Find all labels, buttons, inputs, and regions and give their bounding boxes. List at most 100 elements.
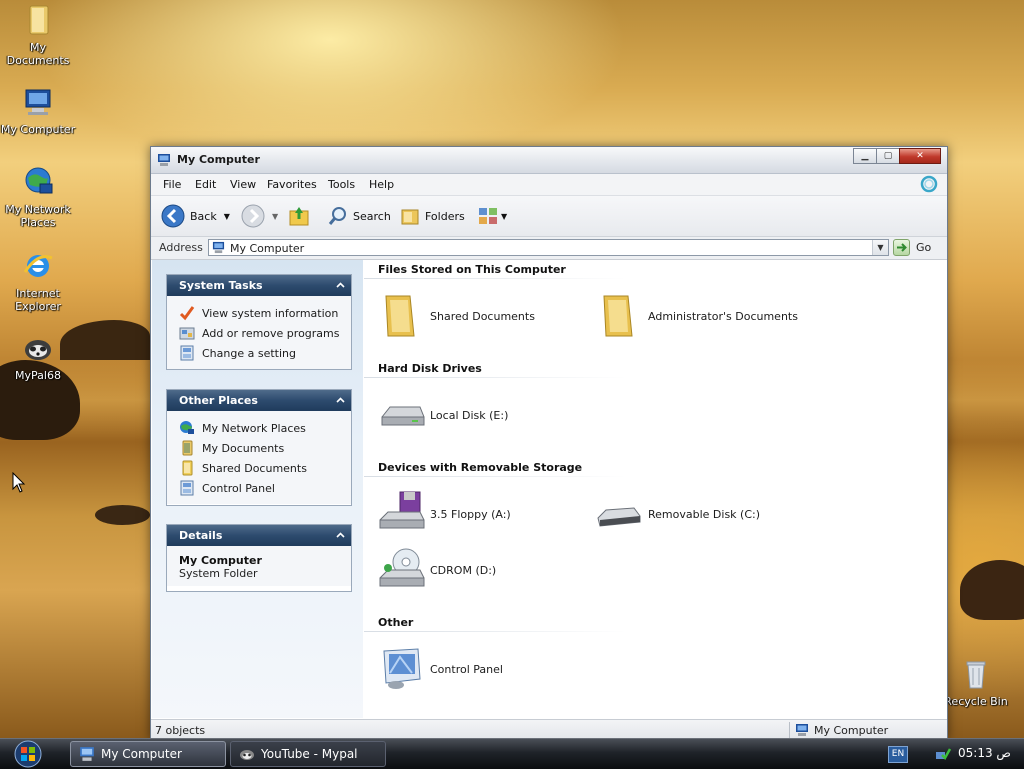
desktop-icon-recycle-bin[interactable]: Recycle Bin bbox=[938, 658, 1014, 708]
computer-icon bbox=[80, 747, 94, 761]
folders-icon bbox=[401, 209, 419, 225]
chevron-down-icon: ▼ bbox=[501, 211, 508, 221]
raccoon-icon bbox=[240, 750, 254, 760]
recycle-bin-icon bbox=[966, 661, 986, 689]
maximize-icon: ▢ bbox=[883, 151, 893, 161]
desktop-icon-my-computer[interactable]: My Computer bbox=[0, 86, 76, 136]
views-icon bbox=[479, 208, 497, 224]
network-tray-icon[interactable] bbox=[935, 746, 951, 762]
group-files-title: Files Stored on This Computer bbox=[378, 263, 566, 276]
desktop-icon-my-network-places[interactable]: My Network Places bbox=[0, 166, 76, 229]
chevron-down-icon[interactable]: ▼ bbox=[224, 212, 230, 221]
task-pane: System Tasks View system information Add… bbox=[152, 260, 363, 718]
minimize-button[interactable]: ▁ bbox=[853, 148, 877, 164]
address-input[interactable]: My Computer ▼ bbox=[208, 239, 889, 256]
place-my-documents[interactable]: My Documents bbox=[179, 438, 351, 458]
status-object-count: 7 objects bbox=[155, 724, 206, 737]
details-name: My Computer bbox=[179, 554, 262, 567]
views-button[interactable]: ▼ bbox=[477, 204, 507, 228]
folder-icon bbox=[182, 460, 193, 476]
group-hdd-title: Hard Disk Drives bbox=[378, 362, 482, 375]
back-button[interactable]: Back ▼ bbox=[161, 204, 230, 228]
menu-edit[interactable]: Edit bbox=[195, 178, 216, 191]
folder-icon bbox=[603, 295, 633, 337]
task-view-system-information[interactable]: View system information bbox=[179, 303, 351, 323]
menu-help[interactable]: Help bbox=[369, 178, 394, 191]
group-divider bbox=[364, 476, 626, 477]
details-panel: Details My Computer System Folder bbox=[166, 524, 352, 592]
programs-icon bbox=[179, 327, 195, 340]
menu-favorites[interactable]: Favorites bbox=[267, 178, 317, 191]
title-bar[interactable]: My Computer ▁ ▢ ✕ bbox=[151, 147, 947, 174]
system-tasks-header[interactable]: System Tasks bbox=[167, 275, 351, 296]
search-button[interactable]: Search bbox=[328, 204, 391, 228]
go-arrow-icon bbox=[893, 239, 910, 256]
address-bar: Address My Computer ▼ Go bbox=[151, 237, 947, 260]
file-shared-documents[interactable]: Shared Documents bbox=[376, 292, 535, 340]
collapse-icon bbox=[336, 282, 345, 288]
taskbar-item-youtube-mypal[interactable]: YouTube - Mypal bbox=[230, 741, 386, 767]
language-indicator[interactable]: EN bbox=[888, 746, 908, 763]
file-view: Files Stored on This Computer Shared Doc… bbox=[364, 260, 946, 718]
group-divider bbox=[364, 278, 626, 279]
file-administrators-documents[interactable]: Administrator's Documents bbox=[594, 292, 798, 340]
status-bar: 7 objects My Computer bbox=[151, 719, 947, 740]
up-folder-button[interactable] bbox=[288, 204, 310, 228]
address-label: Address bbox=[159, 241, 203, 254]
search-icon bbox=[328, 207, 346, 225]
desktop-icon-mypal68[interactable]: MyPal68 bbox=[0, 332, 76, 382]
taskbar-item-my-computer[interactable]: My Computer bbox=[70, 741, 226, 767]
hard-disk-icon bbox=[381, 406, 425, 426]
place-shared-documents[interactable]: Shared Documents bbox=[179, 458, 351, 478]
computer-icon bbox=[158, 154, 170, 166]
forward-button[interactable]: ▼ bbox=[241, 204, 278, 228]
address-dropdown-button[interactable]: ▼ bbox=[872, 240, 888, 255]
computer-icon bbox=[796, 724, 808, 736]
desktop-icon-my-documents[interactable]: My Documents bbox=[0, 4, 76, 67]
other-places-header[interactable]: Other Places bbox=[167, 390, 351, 411]
folders-button[interactable]: Folders bbox=[400, 204, 465, 228]
back-arrow-icon bbox=[161, 204, 185, 228]
control-panel-icon bbox=[383, 648, 421, 689]
drive-local-disk-e[interactable]: Local Disk (E:) bbox=[376, 391, 508, 439]
system-tasks-panel: System Tasks View system information Add… bbox=[166, 274, 352, 370]
cdrom-drive-icon bbox=[379, 548, 425, 587]
task-change-setting[interactable]: Change a setting bbox=[179, 343, 351, 363]
floppy-drive-icon bbox=[379, 491, 425, 529]
chevron-down-icon[interactable]: ▼ bbox=[272, 212, 278, 221]
globe-network-icon bbox=[25, 167, 53, 194]
drive-removable-c[interactable]: Removable Disk (C:) bbox=[594, 490, 760, 538]
collapse-icon bbox=[336, 532, 345, 538]
up-folder-icon bbox=[289, 207, 309, 226]
menu-tools[interactable]: Tools bbox=[328, 178, 355, 191]
toolbar: Back ▼ ▼ Search Folders ▼ bbox=[151, 196, 947, 237]
forward-arrow-icon bbox=[241, 204, 265, 228]
group-other-title: Other bbox=[378, 616, 414, 629]
rock bbox=[960, 560, 1024, 620]
group-divider bbox=[364, 377, 626, 378]
folders-label: Folders bbox=[425, 209, 465, 223]
rock bbox=[95, 505, 150, 525]
window-title: My Computer bbox=[177, 153, 260, 166]
item-control-panel[interactable]: Control Panel bbox=[376, 645, 503, 693]
task-add-remove-programs[interactable]: Add or remove programs bbox=[179, 323, 351, 343]
removable-disk-icon bbox=[597, 507, 641, 527]
start-button[interactable] bbox=[10, 739, 46, 769]
menu-view[interactable]: View bbox=[230, 178, 256, 191]
explorer-window: My Computer ▁ ▢ ✕ File Edit View Favorit… bbox=[150, 146, 948, 740]
close-button[interactable]: ✕ bbox=[899, 148, 941, 164]
go-button[interactable]: Go bbox=[893, 239, 931, 256]
clock[interactable]: 05:13 ص bbox=[958, 746, 1011, 760]
desktop-icon-internet-explorer[interactable]: Internet Explorer bbox=[0, 250, 76, 313]
group-removable-title: Devices with Removable Storage bbox=[378, 461, 583, 474]
go-label: Go bbox=[916, 241, 932, 254]
maximize-button[interactable]: ▢ bbox=[876, 148, 900, 164]
menu-file[interactable]: File bbox=[163, 178, 181, 191]
drive-floppy-a[interactable]: 3.5 Floppy (A:) bbox=[376, 490, 511, 538]
place-control-panel[interactable]: Control Panel bbox=[179, 478, 351, 498]
drive-cdrom-d[interactable]: CDROM (D:) bbox=[376, 546, 496, 594]
details-header[interactable]: Details bbox=[167, 525, 351, 546]
place-my-network-places[interactable]: My Network Places bbox=[179, 418, 351, 438]
search-label: Search bbox=[353, 209, 391, 223]
other-places-panel: Other Places My Network Places My Docume… bbox=[166, 389, 352, 506]
